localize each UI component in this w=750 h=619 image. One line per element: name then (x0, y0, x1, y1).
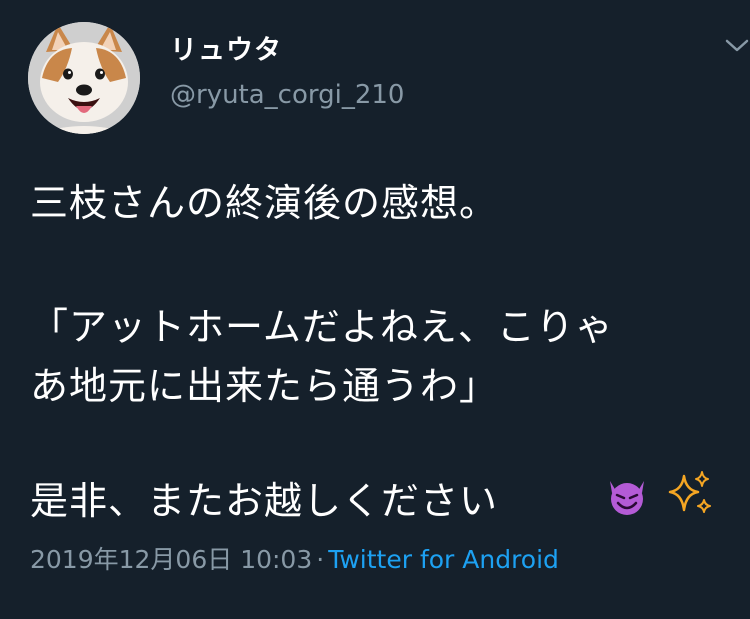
source-link[interactable]: Twitter for Android (328, 545, 559, 574)
timestamp[interactable]: 2019年12月06日 10:03 (30, 545, 312, 574)
tweet-card: リュウタ @ryuta_corgi_210 三枝さんの終演後の感想。 「アットホ… (0, 0, 750, 619)
sparkles-emoji-icon (664, 468, 714, 518)
devil-smile-emoji-icon (604, 473, 650, 519)
user-handle[interactable]: @ryuta_corgi_210 (170, 80, 404, 110)
tweet-text-line: 是非、またお越しください (30, 479, 499, 523)
tweet-text-line: 三枝さんの終演後の感想。 (30, 181, 499, 225)
tweet-text-line: 「アットホームだよねえ、こりゃ (30, 305, 614, 349)
avatar[interactable] (28, 22, 140, 134)
tweet-meta: 2019年12月06日 10:03 · Twitter for Android (30, 540, 559, 576)
display-name[interactable]: リュウタ (170, 28, 282, 67)
chevron-down-icon[interactable] (724, 36, 750, 56)
tweet-text-line: あ地元に出来たら通うわ」 (30, 364, 499, 408)
meta-separator: · (316, 545, 325, 574)
corgi-avatar-icon (28, 22, 140, 134)
